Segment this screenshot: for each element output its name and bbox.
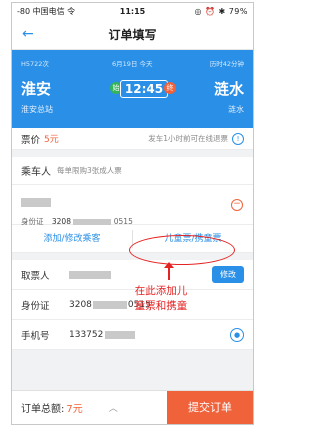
nav-bar: ← 订单填写 [12,19,253,50]
holder-id-prefix: 3208 [69,299,92,310]
carrier-text: -80 中国电信 令 [17,6,76,16]
annotation-arrow-line [168,266,170,280]
depart-time: 12:45 [120,80,168,98]
blurred-holder-name [69,270,111,279]
submit-order-button[interactable]: 提交订单 [167,390,253,424]
price-label: 票价 [21,134,41,146]
refund-hint: 发车1小时前可在线退票 [148,134,228,143]
phone-row: 手机号 133752 ● [12,320,253,350]
annotation-text: 在此添加儿 童票和携童 [116,284,206,314]
train-duration: 历时42分钟 [209,60,244,68]
phone-label: 手机号 [21,330,50,342]
status-time: 11:15 [119,6,146,16]
status-indicators: ◎ ⏰ ✱ 79% [194,6,248,16]
from-station: 淮安总站 [21,105,53,114]
total-value: 7元 [66,404,83,415]
status-bar: -80 中国电信 令 11:15 ◎ ⏰ ✱ 79% [12,3,253,19]
passenger-card: 身份证 3208 0515 − [12,185,253,226]
edit-holder-button[interactable]: 修改 [212,266,244,283]
ticket-holder-label: 取票人 [21,270,50,282]
train-info-card: H5722次 6月19日 今天 历时42分钟 淮安 涟水 始 12:45 终 淮… [12,50,253,128]
passenger-header: 乘车人 每单限购3张成人票 [12,157,253,185]
end-mark: 终 [164,82,176,94]
from-city: 淮安 [21,80,52,98]
child-ticket-button[interactable]: 儿童票/携童票 [133,225,253,253]
passenger-tip: 每单限购3张成人票 [57,166,122,175]
holder-id-label: 身份证 [21,300,50,312]
price-row: 票价 5元 发车1小时前可在线退票 ! [12,128,253,150]
phone-frame: -80 中国电信 令 11:15 ◎ ⏰ ✱ 79% ← 订单填写 H5722次… [11,2,254,425]
bottom-bar: 订单总额: 7元 ︿ 提交订单 [12,390,253,424]
arrow-left-icon[interactable]: ← [22,26,34,42]
chevron-up-icon[interactable]: ︿ [109,401,118,414]
blurred-phone [105,330,136,339]
to-station: 涟水 [228,105,244,114]
passenger-title: 乘车人 [21,167,51,178]
to-city: 涟水 [213,80,244,98]
price-value: 5元 [44,135,59,145]
passenger-actions: 添加/修改乘客 儿童票/携童票 [12,225,253,253]
annotation-line-2: 童票和携童 [134,300,188,312]
info-icon[interactable]: ! [232,132,244,145]
page-title: 订单填写 [108,27,157,42]
train-date: 6月19日 今天 [112,60,153,68]
blurred-name [21,198,51,207]
phone-prefix: 133752 [69,329,104,340]
add-edit-passenger-button[interactable]: 添加/修改乘客 [12,225,132,253]
annotation-line-1: 在此添加儿 [134,285,188,297]
minus-circle-icon[interactable]: − [231,199,243,211]
contact-icon[interactable]: ● [230,327,244,342]
total-label: 订单总额: [21,404,65,415]
train-number: H5722次 [21,60,49,68]
